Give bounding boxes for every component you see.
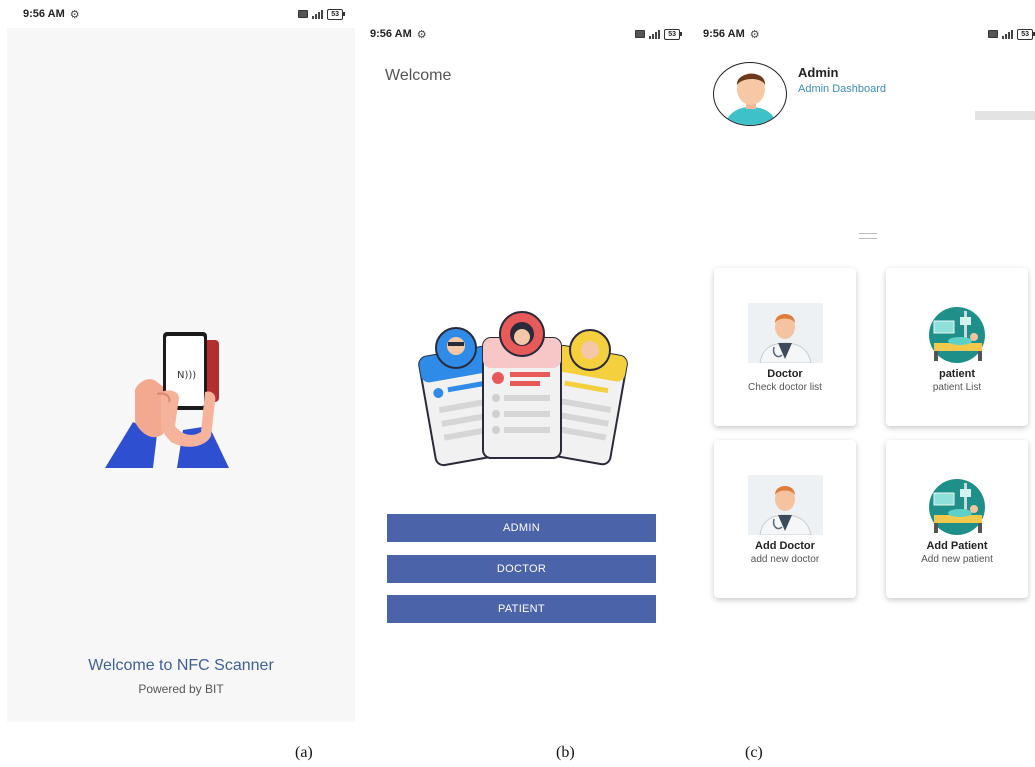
patient-bed-icon: [929, 479, 985, 535]
svg-text:N))): N))): [177, 370, 196, 381]
alarm-icon: ⚙: [416, 28, 427, 41]
signal-icon: [312, 9, 324, 19]
sim-icon: [635, 30, 646, 38]
battery-icon: 53: [327, 8, 345, 20]
doctor-icon: [748, 475, 823, 535]
card-title: Doctor: [767, 368, 803, 380]
battery-icon: 53: [664, 28, 682, 40]
add-doctor-card[interactable]: Add Doctor add new doctor: [714, 440, 856, 598]
card-subtitle: patient List: [932, 382, 982, 393]
status-time: 9:56 AM: [370, 28, 412, 40]
figure-root: 9:56 AM ⚙ 53 N))) Welcome to NFC Scanner…: [0, 0, 1035, 767]
avatar[interactable]: [713, 62, 787, 126]
alarm-icon: ⚙: [69, 8, 80, 21]
status-bar: 9:56 AM ⚙ 53: [7, 0, 355, 28]
screen-role-select: 9:56 AM ⚙ 53 Welcome ADMIN DOCTOR PATIEN…: [360, 20, 692, 720]
screen-splash: 9:56 AM ⚙ 53 N))) Welcome to NFC Scanner…: [7, 0, 355, 722]
admin-dashboard-label: Admin Dashboard: [798, 83, 887, 95]
caption-a: (a): [295, 744, 313, 761]
status-time: 9:56 AM: [703, 28, 745, 40]
alarm-icon: ⚙: [749, 28, 760, 41]
card-subtitle: Add new patient: [921, 554, 993, 565]
doctor-button[interactable]: DOCTOR: [387, 555, 656, 583]
doctor-icon: [748, 303, 823, 363]
sim-icon: [988, 30, 999, 38]
card-title: patient: [938, 368, 976, 380]
patient-bed-icon: [929, 307, 985, 363]
status-bar: 9:56 AM ⚙ 53: [693, 20, 1035, 48]
admin-avatar-icon: [724, 73, 778, 125]
battery-icon: 53: [1017, 28, 1035, 40]
card-subtitle: Check doctor list: [748, 382, 822, 393]
user-role-cards-icon: [418, 311, 628, 467]
signal-icon: [649, 29, 661, 39]
signal-icon: [1002, 29, 1014, 39]
caption-c: (c): [745, 744, 763, 761]
status-time: 9:56 AM: [23, 8, 65, 20]
admin-button[interactable]: ADMIN: [387, 514, 656, 542]
patient-button[interactable]: PATIENT: [387, 595, 656, 623]
admin-name: Admin: [798, 65, 839, 80]
doctor-card[interactable]: Doctor Check doctor list: [714, 268, 856, 426]
battery-level: 53: [327, 8, 343, 20]
add-patient-card[interactable]: Add Patient Add new patient: [886, 440, 1028, 598]
drag-handle-icon[interactable]: [859, 233, 877, 239]
sim-icon: [298, 10, 309, 18]
welcome-heading: Welcome: [385, 67, 452, 84]
battery-level: 53: [664, 28, 680, 40]
splash-subtitle: Powered by BIT: [138, 682, 224, 696]
battery-level: 53: [1017, 28, 1033, 40]
status-bar: 9:56 AM ⚙ 53: [360, 20, 692, 48]
card-title: Add Doctor: [755, 540, 815, 552]
card-subtitle: add new doctor: [750, 554, 820, 565]
screen-admin-dashboard: 9:56 AM ⚙ 53 Admin Admin Dashboard Docto…: [693, 20, 1035, 720]
splash-title: Welcome to NFC Scanner: [88, 657, 274, 674]
card-title: Add Patient: [926, 540, 988, 552]
patient-card[interactable]: patient patient List: [886, 268, 1028, 426]
hand-holding-phone-nfc-icon: N))): [105, 332, 229, 468]
header-bar: [975, 111, 1035, 120]
caption-b: (b): [556, 744, 575, 761]
